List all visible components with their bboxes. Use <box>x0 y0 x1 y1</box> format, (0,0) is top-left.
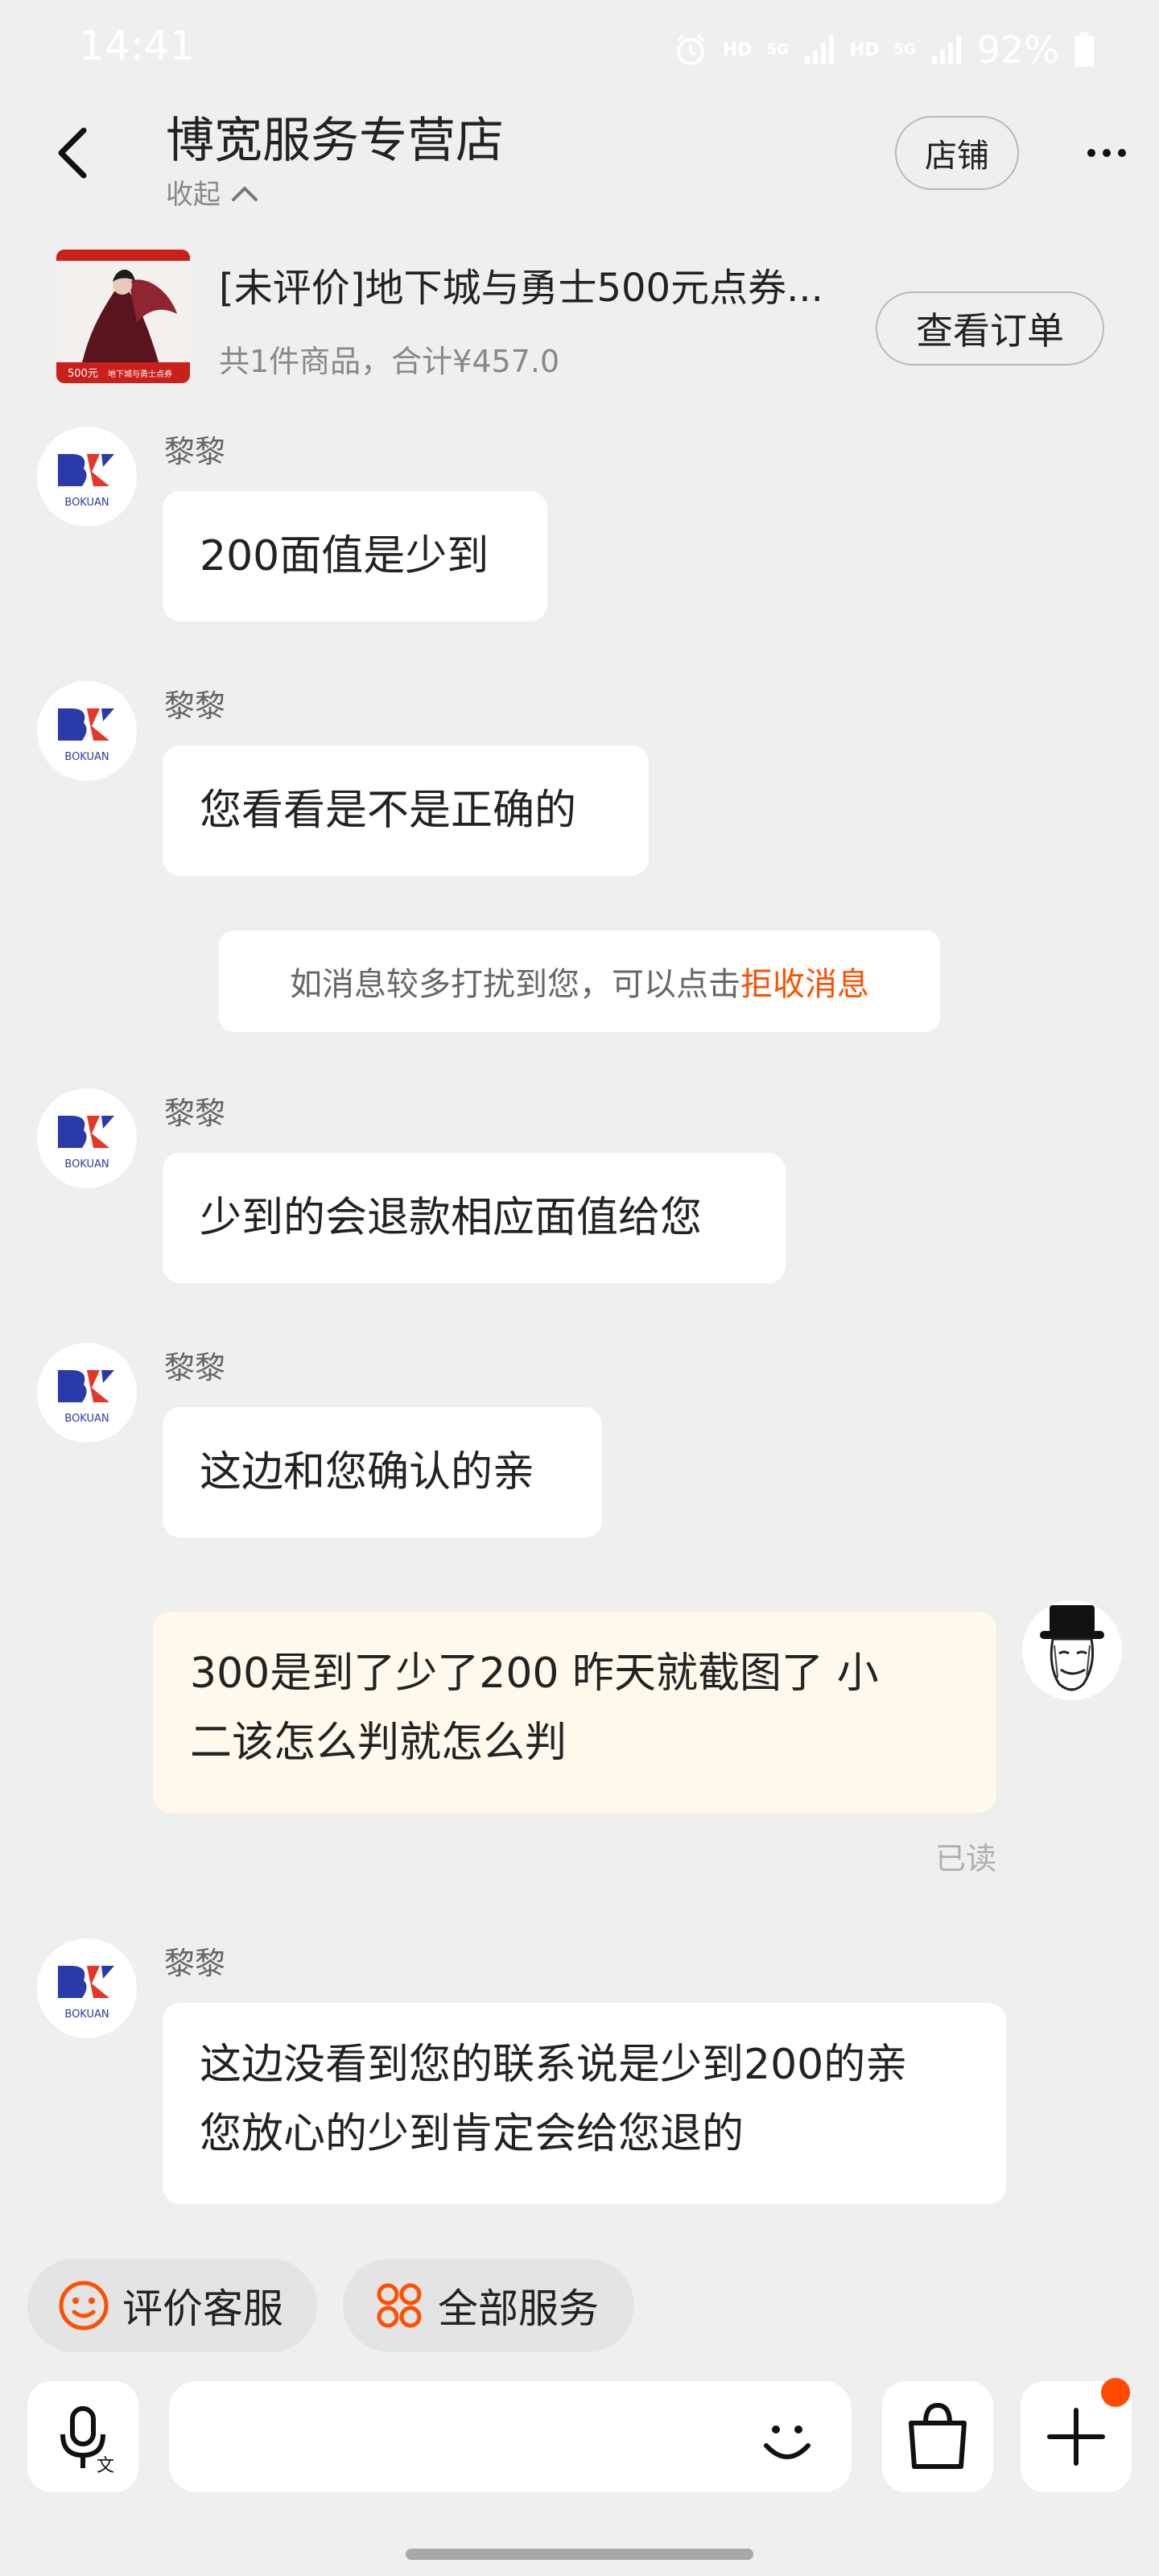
hd-indicator-2: HD <box>849 39 880 60</box>
collapse-label: 收起 <box>166 179 221 211</box>
sender-name: 黎黎 <box>164 1350 226 1385</box>
reject-messages-link[interactable]: 拒收消息 <box>740 958 869 1005</box>
all-services-label: 全部服务 <box>438 2285 599 2332</box>
bokuan-logo-icon: BOKUAN <box>37 681 137 781</box>
shop-avatar[interactable]: BOKUAN <box>37 681 137 781</box>
all-services-button[interactable]: 全部服务 <box>343 2259 634 2352</box>
voice-input-button[interactable]: 文 <box>27 2381 138 2492</box>
brand-text: BOKUAN <box>64 1158 109 1170</box>
order-thumbnail[interactable]: 500元 地下城与勇士点券 <box>56 250 190 383</box>
system-notice-text: 如消息较多打扰到您，可以点击 <box>290 966 740 1003</box>
bokuan-logo-icon: BOKUAN <box>37 1343 137 1443</box>
smiley-icon <box>59 2281 109 2330</box>
shop-avatar[interactable]: BOKUAN <box>37 427 137 526</box>
battery-percent: 92% <box>976 28 1059 72</box>
shop-title: 博宽服务专营店 <box>166 113 504 169</box>
bokuan-logo-icon: BOKUAN <box>37 1938 137 2038</box>
system-notice: 如消息较多打扰到您，可以点击 拒收消息 <box>219 931 940 1032</box>
back-button[interactable] <box>48 121 97 185</box>
more-options-button[interactable] <box>1079 129 1135 177</box>
emoji-icon <box>764 2425 810 2459</box>
order-title[interactable]: [未评价]地下城与勇士500元点券... <box>219 256 855 312</box>
received-message[interactable]: 这边和您确认的亲 <box>163 1407 602 1538</box>
brand-text: BOKUAN <box>64 751 109 763</box>
battery-icon <box>1074 32 1094 67</box>
brand-text: BOKUAN <box>64 1413 109 1425</box>
bokuan-logo-icon: BOKUAN <box>37 1088 137 1188</box>
status-bar: 14:41 HD 5G HD 5G 92% <box>0 0 1159 97</box>
emoji-button[interactable] <box>749 2401 826 2478</box>
services-grid-icon <box>377 2283 422 2328</box>
sender-name: 黎黎 <box>164 688 226 724</box>
brand-text: BOKUAN <box>64 2008 109 2021</box>
received-message-line: 您放心的少到肯定会给您退的 <box>200 2110 744 2158</box>
shopping-bag-icon <box>909 2402 967 2469</box>
status-icons: HD 5G HD 5G 92% <box>673 26 1095 74</box>
user-avatar-image <box>1022 1600 1122 1700</box>
signal-icon-2 <box>931 35 961 64</box>
view-order-button[interactable]: 查看订单 <box>876 291 1104 365</box>
store-button[interactable]: 店铺 <box>895 116 1019 190</box>
signal-icon <box>804 35 834 64</box>
thumb-price-text: 500元 <box>68 368 98 380</box>
received-message[interactable]: 少到的会退款相应面值给您 <box>163 1153 786 1283</box>
sender-name: 黎黎 <box>164 1946 226 1981</box>
order-summary: 共1件商品，合计¥457.0 <box>219 344 560 379</box>
sent-message-line: 300是到了少了200 昨天就截图了 小 <box>190 1649 879 1698</box>
home-indicator[interactable] <box>406 2549 753 2560</box>
received-message[interactable]: 200面值是少到 <box>163 491 547 621</box>
svg-text:文: 文 <box>97 2456 114 2476</box>
received-message[interactable]: 您看看是不是正确的 <box>163 745 649 876</box>
collapse-toggle[interactable]: 收起 <box>166 172 261 212</box>
microphone-icon: 文 <box>60 2406 114 2476</box>
rate-service-button[interactable]: 评价客服 <box>27 2259 317 2352</box>
shop-avatar[interactable]: BOKUAN <box>37 1088 137 1188</box>
product-image: 500元 地下城与勇士点券 <box>56 250 190 383</box>
alarm-icon <box>676 34 705 65</box>
brand-text: BOKUAN <box>64 497 109 509</box>
bokuan-logo-icon: BOKUAN <box>37 427 137 526</box>
sent-message[interactable]: 300是到了少了200 昨天就截图了 小 二该怎么判就怎么判 <box>153 1612 996 1813</box>
more-icon <box>1087 149 1126 157</box>
received-message-line: 这边没看到您的联系说是少到200的亲 <box>200 2041 908 2089</box>
shopping-bag-button[interactable] <box>882 2381 993 2492</box>
shop-avatar[interactable]: BOKUAN <box>37 1343 137 1443</box>
hd-indicator: HD <box>722 39 753 60</box>
5g-indicator-2: 5G <box>893 41 916 58</box>
received-message[interactable]: 这边没看到您的联系说是少到200的亲 您放心的少到肯定会给您退的 <box>163 2003 1006 2204</box>
read-status: 已读 <box>934 1841 996 1876</box>
5g-indicator: 5G <box>766 41 789 58</box>
status-time: 14:41 <box>79 23 196 69</box>
notification-dot <box>1101 2378 1130 2407</box>
chevron-up-icon <box>232 186 258 201</box>
user-avatar[interactable] <box>1022 1600 1122 1700</box>
sent-message-line: 二该怎么判就怎么判 <box>190 1719 567 1767</box>
chevron-left-icon <box>58 127 87 179</box>
sender-name: 黎黎 <box>164 434 226 469</box>
shop-avatar[interactable]: BOKUAN <box>37 1938 137 2038</box>
sender-name: 黎黎 <box>164 1096 226 1131</box>
thumb-caption-text: 地下城与勇士点券 <box>108 369 172 379</box>
rate-service-label: 评价客服 <box>122 2285 283 2332</box>
